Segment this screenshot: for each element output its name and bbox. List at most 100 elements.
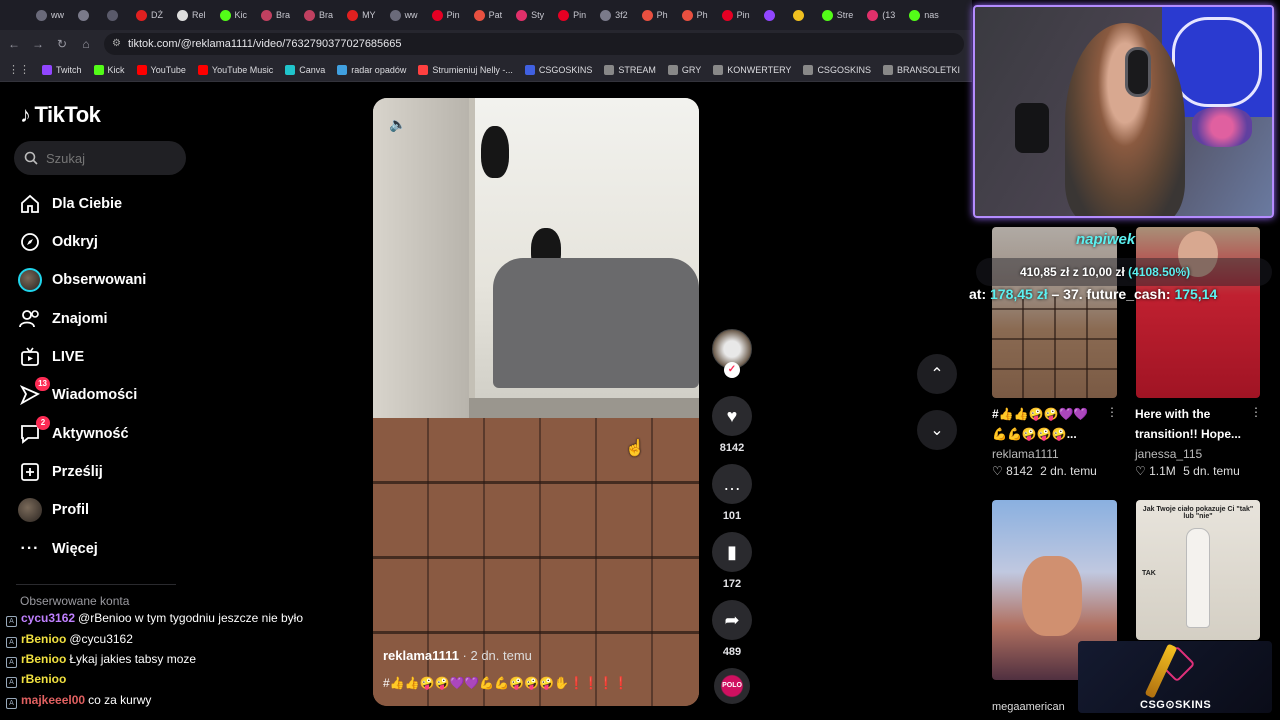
video-author[interactable]: reklama1111 · 2 dn. temu — [383, 648, 532, 663]
browser-tab[interactable]: Stre — [816, 4, 860, 26]
sidebar-item-więcej[interactable]: ··· Więcej — [18, 537, 98, 561]
address-field[interactable]: ⚙ tiktok.com/@reklama1111/video/76327903… — [104, 33, 964, 55]
recommended-thumbnail[interactable] — [992, 227, 1117, 398]
music-disc[interactable]: POLO — [714, 668, 750, 704]
bookmark-item[interactable]: radar opadów — [337, 64, 406, 75]
browser-tab[interactable]: MY — [341, 4, 382, 26]
heart-outline-icon: ♡ — [1135, 464, 1146, 478]
bookmark-item[interactable]: GRY — [667, 64, 701, 75]
recommended-author[interactable]: megaamerican — [992, 701, 1065, 713]
tab-favicon-icon — [763, 9, 775, 21]
share-action[interactable]: ➦ 489 — [711, 600, 753, 658]
tab-favicon-icon — [261, 9, 273, 21]
tab-favicon-icon — [431, 9, 443, 21]
browser-tab[interactable]: Pin — [716, 4, 756, 26]
video-player[interactable]: 🔈 ☝ reklama1111 · 2 dn. temu #👍👍🤪🤪💜💜💪💪🤪🤪… — [373, 98, 699, 706]
forward-icon[interactable]: → — [26, 37, 50, 51]
bookmark-item[interactable]: CSGOSKINS — [524, 64, 592, 75]
notification-badge: 13 — [35, 377, 50, 391]
share-icon[interactable]: ➦ — [712, 600, 752, 640]
site-info-icon[interactable]: ⚙ — [112, 33, 121, 55]
browser-tab[interactable]: Ph — [636, 4, 674, 26]
browser-tab[interactable] — [787, 4, 814, 26]
bookmark-item[interactable]: Canva — [285, 64, 325, 75]
webcam-overlay — [973, 5, 1274, 218]
bookmark-favicon-icon — [604, 64, 615, 75]
bookmark-item[interactable]: CSGOSKINS — [803, 64, 871, 75]
browser-tab[interactable]: ww — [384, 4, 424, 26]
sidebar-item-wiadomości[interactable]: 13 Wiadomości — [18, 377, 137, 407]
search-box[interactable] — [14, 141, 186, 175]
browser-tab[interactable]: Bra — [298, 4, 339, 26]
tab-favicon-icon — [389, 9, 401, 21]
sidebar-item-dla-ciebie[interactable]: Dla Ciebie — [18, 192, 122, 216]
url-bar: ← → ↻ ⌂ ⚙ tiktok.com/@reklama1111/video/… — [0, 30, 972, 58]
next-video-button[interactable]: ⌄ — [917, 410, 957, 450]
mute-icon[interactable]: 🔈 — [389, 116, 406, 133]
previous-video-button[interactable]: ⌃ — [917, 354, 957, 394]
heart-icon[interactable]: ♥ — [712, 396, 752, 436]
bookmark-icon[interactable]: ▮ — [712, 532, 752, 572]
video-scene-dog — [481, 126, 509, 178]
bookmark-label: Strumieniuj Nelly -... — [432, 64, 513, 75]
apps-icon[interactable]: ⋮⋮ — [8, 63, 30, 76]
tab-favicon-icon — [219, 9, 231, 21]
webcam-plush-toys — [1192, 107, 1252, 147]
reload-icon[interactable]: ↻ — [50, 37, 74, 51]
browser-tab[interactable]: Pin — [426, 4, 466, 26]
bookmark-favicon-icon — [667, 64, 678, 75]
tab-favicon-icon — [600, 9, 612, 21]
more-options-icon[interactable]: ⋮ — [1250, 405, 1262, 419]
browser-tab[interactable] — [101, 4, 128, 26]
bookmark-item[interactable]: Twitch — [42, 64, 82, 75]
browser-tab[interactable]: 3f2 — [594, 4, 634, 26]
bookmark-item[interactable]: Strumieniuj Nelly -... — [418, 64, 513, 75]
search-input[interactable] — [46, 150, 166, 166]
browser-tab[interactable]: DŻ — [130, 4, 169, 26]
sidebar-item-obserwowani[interactable]: Obserwowani — [18, 268, 146, 292]
browser-tab[interactable]: Pin — [552, 4, 592, 26]
sidebar-item-profil[interactable]: Profil — [18, 498, 89, 522]
followed-check-icon[interactable]: ✓ — [724, 362, 740, 378]
bookmark-item[interactable]: STREAM — [604, 64, 656, 75]
comment-action[interactable]: … 101 — [711, 464, 753, 522]
recommended-caption[interactable]: Here with the transition!! Hope... — [1135, 404, 1250, 444]
ticker-prefix: at: — [969, 286, 990, 302]
recommended-thumbnail[interactable] — [1136, 227, 1260, 398]
sidebar-item-znajomi[interactable]: Znajomi — [18, 307, 108, 331]
sidebar-item-live[interactable]: LIVE — [18, 345, 84, 369]
bookmark-favicon-icon — [337, 64, 348, 75]
bookmark-item[interactable]: BRANSOLETKI — [882, 64, 960, 75]
browser-tab[interactable]: Pat — [468, 4, 509, 26]
comment-icon[interactable]: … — [712, 464, 752, 504]
bookmark-item[interactable]: Kick — [93, 64, 125, 75]
browser-tab[interactable]: (13 — [861, 4, 901, 26]
save-action[interactable]: ▮ 172 — [711, 532, 753, 590]
bookmark-item[interactable]: YouTube — [136, 64, 186, 75]
sidebar-item-prześlij[interactable]: Prześlij — [18, 460, 103, 484]
recommended-author[interactable]: reklama1111 — [992, 447, 1059, 461]
browser-tab[interactable]: Ph — [676, 4, 714, 26]
tab-label: Rel — [192, 10, 206, 20]
recommended-author[interactable]: janessa_115 — [1135, 447, 1202, 461]
browser-tab[interactable]: Rel — [171, 4, 212, 26]
recommended-thumbnail[interactable]: Jak Twoje ciało pokazuje Ci "tak" lub "n… — [1136, 500, 1260, 640]
browser-tab[interactable]: Bra — [255, 4, 296, 26]
browser-tab[interactable] — [72, 4, 99, 26]
recommended-caption[interactable]: #👍👍🤪🤪💜💜 💪💪🤪🤪🤪... — [992, 404, 1107, 444]
browser-tab[interactable]: ww — [30, 4, 70, 26]
sidebar-item-aktywność[interactable]: 2 Aktywność — [18, 416, 129, 446]
browser-tab[interactable]: nas — [903, 4, 945, 26]
sidebar-item-odkryj[interactable]: Odkryj — [18, 230, 98, 254]
browser-tab[interactable] — [758, 4, 785, 26]
bookmark-item[interactable]: KONWERTERY — [713, 64, 791, 75]
tiktok-logo[interactable]: ♪ TikTok — [20, 102, 101, 128]
thumbnail-face — [1022, 556, 1082, 636]
like-action[interactable]: ♥ 8142 — [711, 396, 753, 454]
browser-tab[interactable]: Kic — [214, 4, 254, 26]
browser-tab[interactable]: Sty — [510, 4, 550, 26]
bookmark-item[interactable]: YouTube Music — [197, 64, 273, 75]
home-icon[interactable]: ⌂ — [74, 37, 98, 51]
back-icon[interactable]: ← — [2, 37, 26, 51]
more-options-icon[interactable]: ⋮ — [1106, 405, 1118, 419]
